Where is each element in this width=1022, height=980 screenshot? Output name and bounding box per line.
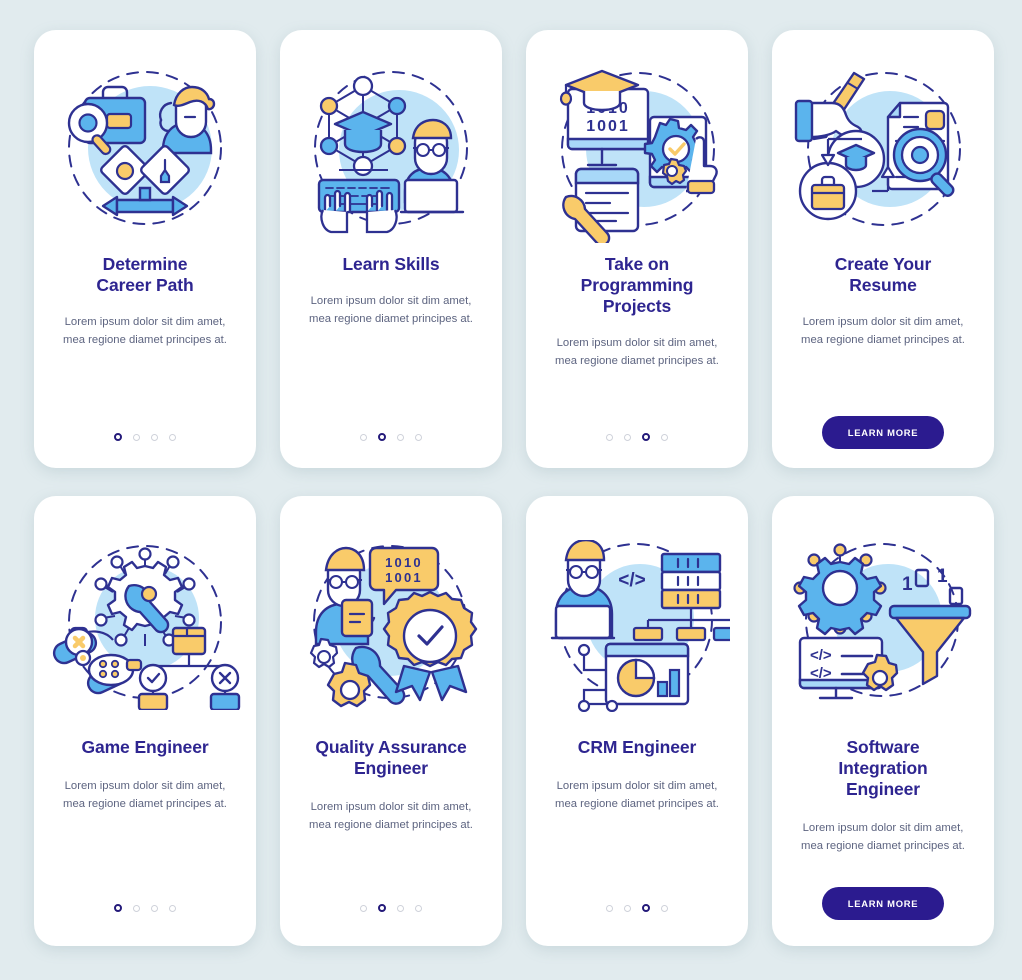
pagination-dot[interactable] <box>642 433 650 441</box>
title-line: Quality Assurance <box>315 737 467 757</box>
screen-title: Take on Programming Projects <box>569 254 706 317</box>
binary-digit: 1 <box>937 566 948 587</box>
screen-body: Lorem ipsum dolor sit dim amet, mea regi… <box>555 337 719 367</box>
create-resume-illustration <box>772 30 994 240</box>
onboarding-screen-create-resume[interactable]: Create Your Resume Lorem ipsum dolor sit… <box>772 30 994 468</box>
pagination-dot[interactable] <box>606 433 613 441</box>
pagination-dot[interactable] <box>415 433 422 441</box>
code-tag-text: </> <box>810 665 832 682</box>
screen-body: Lorem ipsum dolor sit dim amet, mea regi… <box>309 295 473 325</box>
pagination-dot[interactable] <box>151 904 158 912</box>
pagination-dot[interactable] <box>661 904 668 912</box>
binary-bottom-text: 1001 <box>586 118 630 135</box>
pagination-dot[interactable] <box>624 904 631 912</box>
pagination-dot[interactable] <box>133 904 140 912</box>
pagination-dot[interactable] <box>606 904 613 912</box>
learn-more-button[interactable]: LEARN MORE <box>821 887 945 920</box>
career-path-illustration <box>34 30 256 240</box>
onboarding-screen-learn-skills[interactable]: Learn Skills Lorem ipsum dolor sit dim a… <box>280 30 502 468</box>
pagination-dot[interactable] <box>624 433 631 441</box>
learn-more-button[interactable]: LEARN MORE <box>821 416 945 449</box>
screen-title: Quality Assurance Engineer <box>303 737 478 779</box>
onboarding-screen-quality-assurance[interactable]: 1010 1001 Quality Assurance Engineer Lor… <box>280 496 502 946</box>
pagination-dot[interactable] <box>378 904 386 912</box>
screen-title: Determine Career Path <box>84 254 205 296</box>
screen-body: Lorem ipsum dolor sit dim amet, mea regi… <box>309 801 473 831</box>
screen-title: CRM Engineer <box>566 737 708 758</box>
onboarding-screen-determine-career-path[interactable]: Determine Career Path Lorem ipsum dolor … <box>34 30 256 468</box>
onboarding-screen-software-integration[interactable]: 1 1 </> </> Software Integration Enginee… <box>772 496 994 946</box>
title-line: Integration <box>838 758 928 778</box>
pagination-dot[interactable] <box>169 904 176 912</box>
pagination-dot[interactable] <box>360 904 367 912</box>
pagination-dot[interactable] <box>133 433 140 441</box>
pagination-dot[interactable] <box>151 433 158 441</box>
title-line: Create Your <box>834 254 932 274</box>
title-line: Engineer <box>353 758 429 778</box>
title-line: Take on <box>604 254 670 274</box>
title-line: Determine <box>102 254 188 274</box>
software-integration-illustration: 1 1 </> </> <box>772 496 994 721</box>
pagination-dot[interactable] <box>378 433 386 441</box>
code-tag-text: </> <box>618 570 645 591</box>
title-line: CRM Engineer <box>577 737 697 757</box>
screen-body: Lorem ipsum dolor sit dim amet, mea regi… <box>555 780 719 810</box>
screen-title: Game Engineer <box>69 737 220 758</box>
screen-body: Lorem ipsum dolor sit dim amet, mea regi… <box>63 316 227 346</box>
title-line: Software <box>846 737 920 757</box>
pagination-dot[interactable] <box>169 433 176 441</box>
onboarding-screens-board: Determine Career Path Lorem ipsum dolor … <box>0 0 1022 980</box>
binary-digit: 1 <box>902 574 913 595</box>
pagination-dots[interactable] <box>114 433 176 441</box>
pagination-dots[interactable] <box>606 904 668 912</box>
title-line: Game Engineer <box>81 737 209 757</box>
screen-body: Lorem ipsum dolor sit dim amet, mea regi… <box>801 822 965 852</box>
quality-assurance-illustration: 1010 1001 <box>280 496 502 721</box>
learn-skills-illustration <box>280 30 502 240</box>
title-line: Career Path <box>96 275 194 295</box>
code-tag-text: </> <box>810 647 832 664</box>
pagination-dot[interactable] <box>642 904 650 912</box>
title-line: Programming <box>580 275 694 295</box>
title-line: Resume <box>849 275 917 295</box>
binary-bottom-text: 1001 <box>385 570 423 585</box>
onboarding-screen-crm-engineer[interactable]: </> CRM Engineer Lorem ipsum dolor sit d… <box>526 496 748 946</box>
screen-title: Learn Skills <box>330 254 451 275</box>
pagination-dot[interactable] <box>415 904 422 912</box>
pagination-dot[interactable] <box>661 433 668 441</box>
programming-projects-illustration: 1010 1001 <box>526 30 748 243</box>
screen-body: Lorem ipsum dolor sit dim amet, mea regi… <box>63 780 227 810</box>
pagination-dot[interactable] <box>397 433 404 441</box>
screen-body: Lorem ipsum dolor sit dim amet, mea regi… <box>801 316 965 346</box>
pagination-dots[interactable] <box>360 904 422 912</box>
onboarding-screen-game-engineer[interactable]: Game Engineer Lorem ipsum dolor sit dim … <box>34 496 256 946</box>
pagination-dots[interactable] <box>114 904 176 912</box>
binary-top-text: 1010 <box>385 555 423 570</box>
pagination-dot[interactable] <box>397 904 404 912</box>
title-line: Projects <box>602 296 672 316</box>
title-line: Engineer <box>845 779 921 799</box>
screen-title: Software Integration Engineer <box>826 737 939 800</box>
onboarding-screen-programming-projects[interactable]: 1010 1001 <box>526 30 748 468</box>
pagination-dot[interactable] <box>360 433 367 441</box>
title-line: Learn Skills <box>342 254 440 274</box>
pagination-dot[interactable] <box>114 904 122 912</box>
pagination-dots[interactable] <box>606 433 668 441</box>
pagination-dots[interactable] <box>360 433 422 441</box>
game-engineer-illustration <box>34 496 256 721</box>
crm-engineer-illustration: </> <box>526 496 748 721</box>
pagination-dot[interactable] <box>114 433 122 441</box>
screen-title: Create Your Resume <box>823 254 943 296</box>
